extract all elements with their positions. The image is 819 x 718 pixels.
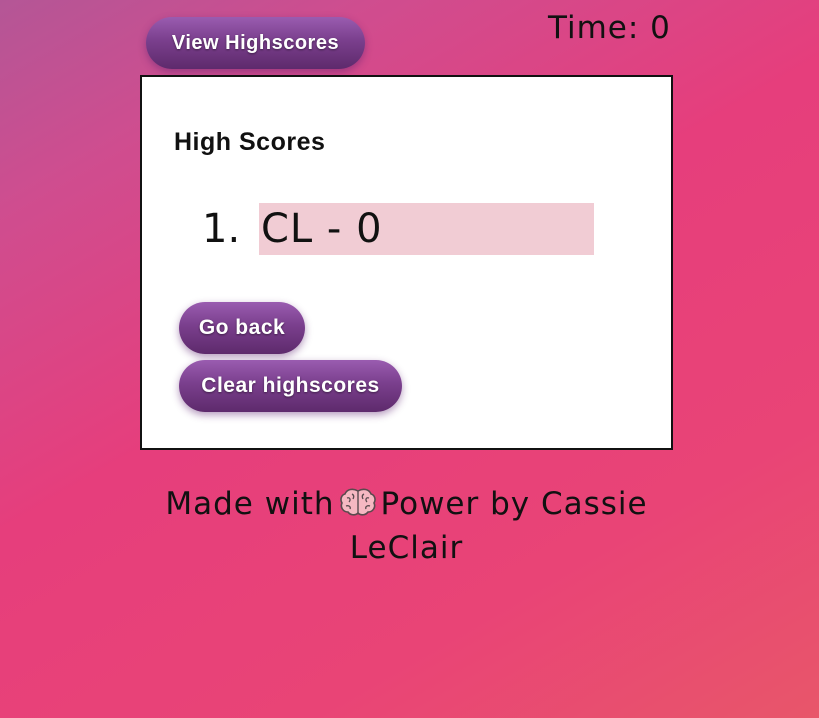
brain-icon xyxy=(339,487,377,528)
clear-highscores-button[interactable]: Clear highscores xyxy=(179,360,402,412)
footer-credit: Made with Power by Cassie LeClair xyxy=(140,484,673,569)
highscores-card: High Scores 1. CL - 0 Go back Clear high… xyxy=(140,75,673,450)
view-highscores-button[interactable]: View Highscores xyxy=(146,17,365,69)
footer-suffix: Power by Cassie LeClair xyxy=(349,486,648,566)
go-back-button[interactable]: Go back xyxy=(179,302,305,354)
timer-display: Time: 0 xyxy=(548,10,671,46)
footer-prefix: Made with xyxy=(165,486,335,522)
score-rank: 1. xyxy=(202,206,241,252)
score-entry: CL - 0 xyxy=(259,203,594,255)
page-title: High Scores xyxy=(174,128,326,156)
